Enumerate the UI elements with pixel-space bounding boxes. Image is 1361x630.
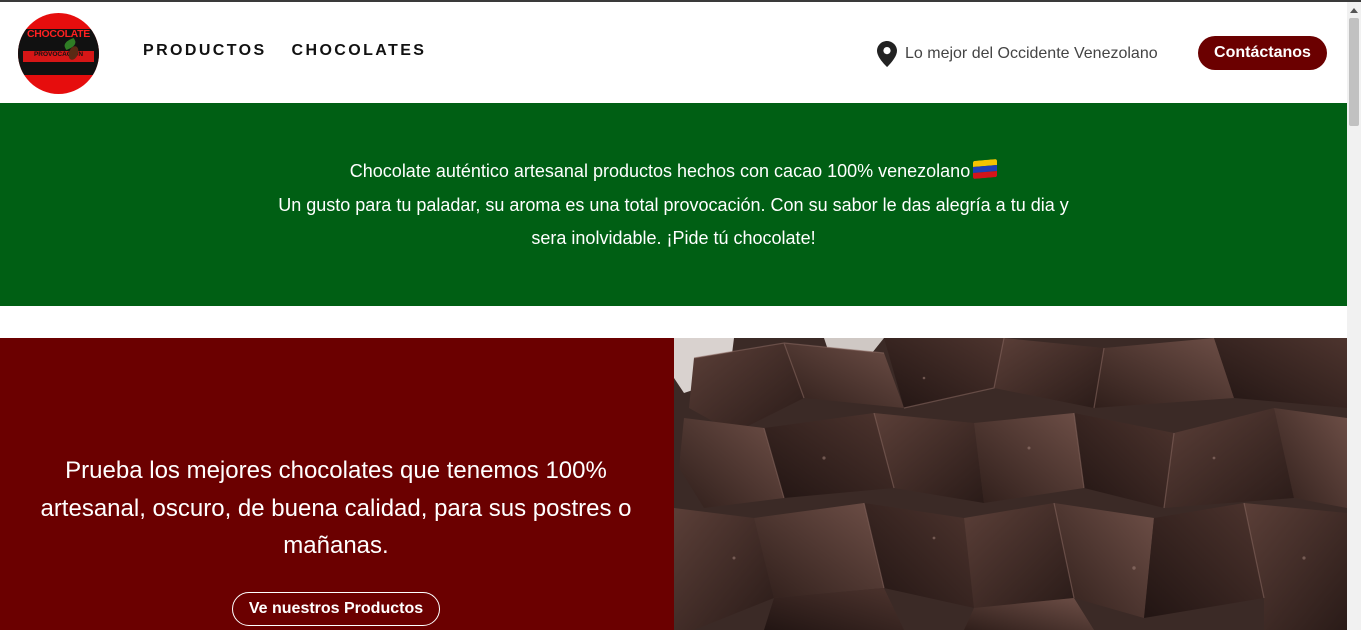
logo-title: CHOCOLATE bbox=[26, 28, 91, 40]
vertical-scrollbar[interactable] bbox=[1347, 2, 1361, 630]
site-header: CHOCOLATE PROVOCACIÓN PRODUCTOS CHOCOLAT… bbox=[0, 2, 1347, 103]
view-products-button[interactable]: Ve nuestros Productos bbox=[232, 592, 440, 626]
location-text: Lo mejor del Occidente Venezolano bbox=[905, 45, 1158, 62]
chocolate-image bbox=[674, 338, 1347, 630]
banner-line-1: Chocolate auténtico artesanal productos … bbox=[349, 161, 971, 181]
brand-logo[interactable]: CHOCOLATE PROVOCACIÓN bbox=[18, 13, 99, 94]
banner-text: Chocolate auténtico artesanal productos … bbox=[268, 155, 1079, 256]
page: CHOCOLATE PROVOCACIÓN PRODUCTOS CHOCOLAT… bbox=[0, 2, 1347, 630]
logo-subtitle: PROVOCACIÓN bbox=[33, 51, 84, 58]
feature-text: Prueba los mejores chocolates que tenemo… bbox=[40, 457, 632, 559]
location-info: Lo mejor del Occidente Venezolano bbox=[877, 40, 1158, 68]
venezuela-flag-icon bbox=[973, 158, 998, 180]
intro-banner: Chocolate auténtico artesanal productos … bbox=[0, 103, 1347, 306]
chocolate-pieces-illustration bbox=[674, 338, 1347, 630]
contact-button[interactable]: Contáctanos bbox=[1198, 36, 1327, 70]
scroll-thumb[interactable] bbox=[1349, 18, 1359, 126]
scroll-up-arrow-icon[interactable] bbox=[1350, 8, 1358, 13]
banner-line-2: Un gusto para tu paladar, su aroma es un… bbox=[278, 194, 1069, 249]
nav-item-productos[interactable]: PRODUCTOS bbox=[143, 42, 267, 60]
main-nav: PRODUCTOS CHOCOLATES bbox=[143, 42, 426, 60]
nav-item-chocolates[interactable]: CHOCOLATES bbox=[292, 42, 427, 60]
map-pin-icon bbox=[877, 41, 897, 67]
feature-panel: Prueba los mejores chocolates que tenemo… bbox=[0, 338, 674, 630]
